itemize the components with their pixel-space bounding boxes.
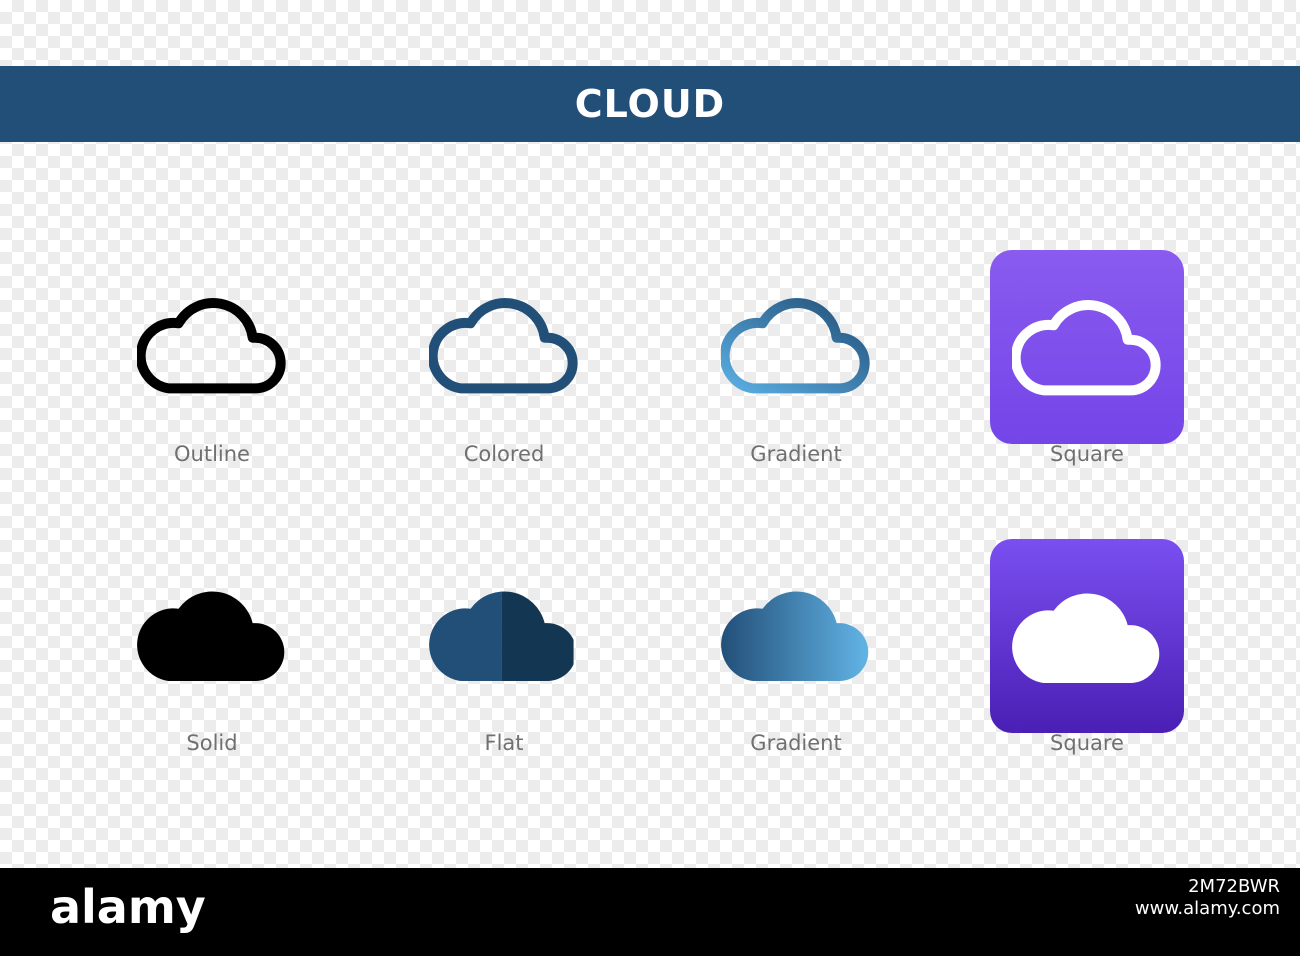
watermark-footer: alamy 2M72BWR www.alamy.com [0, 868, 1300, 956]
icon-label: Square [1050, 442, 1124, 466]
alamy-logo: alamy [50, 880, 206, 934]
icon-label: Outline [174, 442, 250, 466]
square-background [990, 539, 1184, 733]
cloud-gradient-outline-icon [721, 270, 871, 420]
page-title: CLOUD [574, 82, 726, 126]
icon-cell-flat: Flat [394, 559, 614, 789]
cloud-colored-icon [429, 270, 579, 420]
cloud-outline-icon [137, 270, 287, 420]
icon-label: Gradient [750, 731, 842, 755]
icon-label: Flat [484, 731, 524, 755]
cloud-flat-icon [429, 559, 579, 709]
icon-cell-colored: Colored [394, 270, 614, 500]
icon-cell-gradient-solid: Gradient [686, 559, 906, 789]
image-url: www.alamy.com [1134, 898, 1280, 919]
icon-cell-outline: Outline [102, 270, 322, 500]
image-id: 2M72BWR [1188, 876, 1280, 897]
image-info: 2M72BWR www.alamy.com [1135, 876, 1280, 920]
cloud-solid-icon [137, 559, 287, 709]
square-background [990, 250, 1184, 444]
title-banner: CLOUD [0, 66, 1300, 142]
cloud-gradient-solid-icon [721, 559, 871, 709]
icon-cell-solid: Solid [102, 559, 322, 789]
cloud-square-solid-icon [990, 539, 1184, 733]
icon-label: Solid [186, 731, 238, 755]
icon-cell-square-solid: Square [977, 539, 1197, 789]
icon-cell-gradient-outline: Gradient [686, 270, 906, 500]
icon-label: Colored [463, 442, 545, 466]
icon-label: Square [1050, 731, 1124, 755]
cloud-square-outline-icon [990, 250, 1184, 444]
icon-label: Gradient [750, 442, 842, 466]
icon-cell-square-outline: Square [977, 250, 1197, 500]
